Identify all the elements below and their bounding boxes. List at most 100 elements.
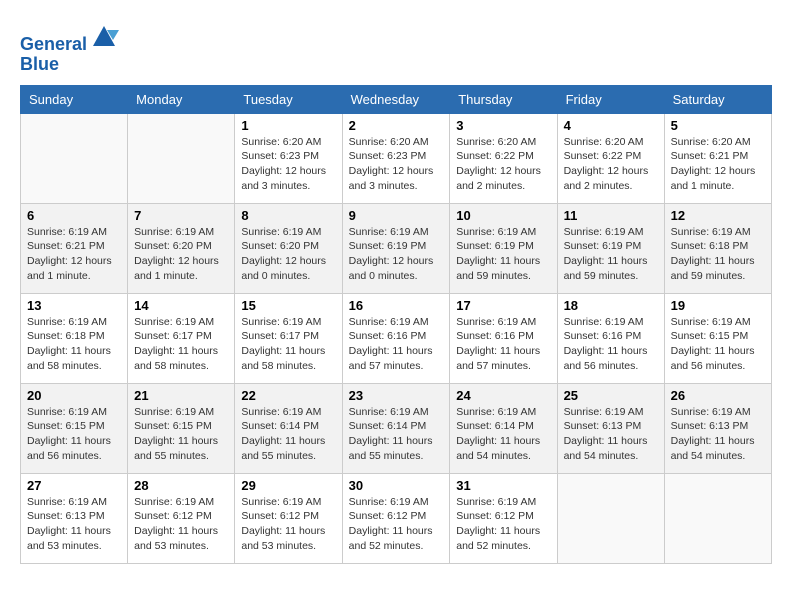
calendar-cell: 5 Sunrise: 6:20 AM Sunset: 6:21 PM Daylig…	[664, 113, 771, 203]
calendar-cell	[557, 473, 664, 563]
day-number: 17	[456, 298, 550, 313]
calendar-cell: 20 Sunrise: 6:19 AM Sunset: 6:15 PM Dayli…	[21, 383, 128, 473]
day-info: Sunrise: 6:19 AM Sunset: 6:18 PM Dayligh…	[671, 225, 765, 284]
calendar-cell: 25 Sunrise: 6:19 AM Sunset: 6:13 PM Dayli…	[557, 383, 664, 473]
day-number: 20	[27, 388, 121, 403]
calendar-cell: 23Sunrise: 6:19 AM Sunset: 6:14 PM Dayli…	[342, 383, 450, 473]
calendar-cell: 8 Sunrise: 6:19 AM Sunset: 6:20 PM Daylig…	[235, 203, 342, 293]
day-number: 25	[564, 388, 658, 403]
day-number: 11	[564, 208, 658, 223]
week-row-2: 6 Sunrise: 6:19 AM Sunset: 6:21 PM Daylig…	[21, 203, 772, 293]
calendar-cell: 2 Sunrise: 6:20 AM Sunset: 6:23 PM Daylig…	[342, 113, 450, 203]
day-number: 6	[27, 208, 121, 223]
logo-blue: Blue	[20, 54, 59, 74]
weekday-header-friday: Friday	[557, 85, 664, 113]
calendar-cell: 16 Sunrise: 6:19 AM Sunset: 6:16 PM Dayli…	[342, 293, 450, 383]
logo-icon	[89, 20, 119, 50]
day-number: 23	[349, 388, 444, 403]
logo-general: General	[20, 34, 87, 54]
day-info: Sunrise: 6:19 AM Sunset: 6:14 PM Dayligh…	[241, 405, 335, 464]
calendar-cell: 7 Sunrise: 6:19 AM Sunset: 6:20 PM Daylig…	[128, 203, 235, 293]
day-number: 31	[456, 478, 550, 493]
day-info: Sunrise: 6:19 AM Sunset: 6:18 PM Dayligh…	[27, 315, 121, 374]
day-info: Sunrise: 6:19 AM Sunset: 6:12 PM Dayligh…	[456, 495, 550, 554]
day-info: Sunrise: 6:19 AM Sunset: 6:15 PM Dayligh…	[671, 315, 765, 374]
day-info: Sunrise: 6:20 AM Sunset: 6:22 PM Dayligh…	[456, 135, 550, 194]
day-number: 21	[134, 388, 228, 403]
calendar-cell: 29Sunrise: 6:19 AM Sunset: 6:12 PM Dayli…	[235, 473, 342, 563]
week-row-5: 27 Sunrise: 6:19 AM Sunset: 6:13 PM Dayli…	[21, 473, 772, 563]
day-number: 7	[134, 208, 228, 223]
calendar-cell: 4 Sunrise: 6:20 AM Sunset: 6:22 PM Daylig…	[557, 113, 664, 203]
day-number: 1	[241, 118, 335, 133]
calendar-cell: 26Sunrise: 6:19 AM Sunset: 6:13 PM Dayli…	[664, 383, 771, 473]
calendar-cell: 30 Sunrise: 6:19 AM Sunset: 6:12 PM Dayli…	[342, 473, 450, 563]
day-number: 2	[349, 118, 444, 133]
weekday-header-thursday: Thursday	[450, 85, 557, 113]
calendar-cell	[664, 473, 771, 563]
calendar-cell: 21Sunrise: 6:19 AM Sunset: 6:15 PM Dayli…	[128, 383, 235, 473]
calendar-cell: 24Sunrise: 6:19 AM Sunset: 6:14 PM Dayli…	[450, 383, 557, 473]
calendar-cell	[21, 113, 128, 203]
calendar-cell: 28Sunrise: 6:19 AM Sunset: 6:12 PM Dayli…	[128, 473, 235, 563]
day-number: 4	[564, 118, 658, 133]
day-info: Sunrise: 6:20 AM Sunset: 6:21 PM Dayligh…	[671, 135, 765, 194]
day-number: 29	[241, 478, 335, 493]
calendar-cell: 13 Sunrise: 6:19 AM Sunset: 6:18 PM Dayli…	[21, 293, 128, 383]
weekday-header-tuesday: Tuesday	[235, 85, 342, 113]
day-number: 8	[241, 208, 335, 223]
calendar-cell: 17 Sunrise: 6:19 AM Sunset: 6:16 PM Dayli…	[450, 293, 557, 383]
day-number: 30	[349, 478, 444, 493]
day-info: Sunrise: 6:20 AM Sunset: 6:22 PM Dayligh…	[564, 135, 658, 194]
calendar-cell: 18Sunrise: 6:19 AM Sunset: 6:16 PM Dayli…	[557, 293, 664, 383]
day-number: 16	[349, 298, 444, 313]
weekday-header-sunday: Sunday	[21, 85, 128, 113]
day-info: Sunrise: 6:19 AM Sunset: 6:13 PM Dayligh…	[564, 405, 658, 464]
day-number: 19	[671, 298, 765, 313]
day-number: 27	[27, 478, 121, 493]
day-info: Sunrise: 6:19 AM Sunset: 6:17 PM Dayligh…	[241, 315, 335, 374]
day-number: 3	[456, 118, 550, 133]
day-info: Sunrise: 6:19 AM Sunset: 6:20 PM Dayligh…	[134, 225, 228, 284]
calendar-cell: 11 Sunrise: 6:19 AM Sunset: 6:19 PM Dayli…	[557, 203, 664, 293]
day-info: Sunrise: 6:19 AM Sunset: 6:20 PM Dayligh…	[241, 225, 335, 284]
calendar-cell: 22 Sunrise: 6:19 AM Sunset: 6:14 PM Dayli…	[235, 383, 342, 473]
day-info: Sunrise: 6:19 AM Sunset: 6:15 PM Dayligh…	[27, 405, 121, 464]
calendar-cell: 3 Sunrise: 6:20 AM Sunset: 6:22 PM Daylig…	[450, 113, 557, 203]
weekday-header-row: SundayMondayTuesdayWednesdayThursdayFrid…	[21, 85, 772, 113]
calendar-cell	[128, 113, 235, 203]
day-info: Sunrise: 6:19 AM Sunset: 6:16 PM Dayligh…	[564, 315, 658, 374]
calendar-cell: 15Sunrise: 6:19 AM Sunset: 6:17 PM Dayli…	[235, 293, 342, 383]
day-info: Sunrise: 6:19 AM Sunset: 6:21 PM Dayligh…	[27, 225, 121, 284]
day-info: Sunrise: 6:19 AM Sunset: 6:19 PM Dayligh…	[349, 225, 444, 284]
week-row-4: 20 Sunrise: 6:19 AM Sunset: 6:15 PM Dayli…	[21, 383, 772, 473]
day-number: 22	[241, 388, 335, 403]
day-info: Sunrise: 6:19 AM Sunset: 6:19 PM Dayligh…	[564, 225, 658, 284]
day-number: 9	[349, 208, 444, 223]
day-info: Sunrise: 6:19 AM Sunset: 6:12 PM Dayligh…	[349, 495, 444, 554]
calendar-cell: 31 Sunrise: 6:19 AM Sunset: 6:12 PM Dayli…	[450, 473, 557, 563]
day-info: Sunrise: 6:19 AM Sunset: 6:17 PM Dayligh…	[134, 315, 228, 374]
day-number: 13	[27, 298, 121, 313]
day-info: Sunrise: 6:19 AM Sunset: 6:16 PM Dayligh…	[349, 315, 444, 374]
day-info: Sunrise: 6:20 AM Sunset: 6:23 PM Dayligh…	[241, 135, 335, 194]
week-row-1: 1 Sunrise: 6:20 AM Sunset: 6:23 PM Daylig…	[21, 113, 772, 203]
logo: General Blue	[20, 20, 119, 75]
calendar-cell: 1 Sunrise: 6:20 AM Sunset: 6:23 PM Daylig…	[235, 113, 342, 203]
day-number: 10	[456, 208, 550, 223]
day-info: Sunrise: 6:20 AM Sunset: 6:23 PM Dayligh…	[349, 135, 444, 194]
day-number: 5	[671, 118, 765, 133]
weekday-header-wednesday: Wednesday	[342, 85, 450, 113]
calendar-cell: 6 Sunrise: 6:19 AM Sunset: 6:21 PM Daylig…	[21, 203, 128, 293]
day-number: 14	[134, 298, 228, 313]
day-info: Sunrise: 6:19 AM Sunset: 6:13 PM Dayligh…	[27, 495, 121, 554]
weekday-header-monday: Monday	[128, 85, 235, 113]
calendar-cell: 14 Sunrise: 6:19 AM Sunset: 6:17 PM Dayli…	[128, 293, 235, 383]
day-info: Sunrise: 6:19 AM Sunset: 6:12 PM Dayligh…	[134, 495, 228, 554]
calendar-cell: 19 Sunrise: 6:19 AM Sunset: 6:15 PM Dayli…	[664, 293, 771, 383]
day-number: 12	[671, 208, 765, 223]
calendar-cell: 12 Sunrise: 6:19 AM Sunset: 6:18 PM Dayli…	[664, 203, 771, 293]
calendar-body: 1 Sunrise: 6:20 AM Sunset: 6:23 PM Daylig…	[21, 113, 772, 563]
day-number: 24	[456, 388, 550, 403]
day-info: Sunrise: 6:19 AM Sunset: 6:16 PM Dayligh…	[456, 315, 550, 374]
